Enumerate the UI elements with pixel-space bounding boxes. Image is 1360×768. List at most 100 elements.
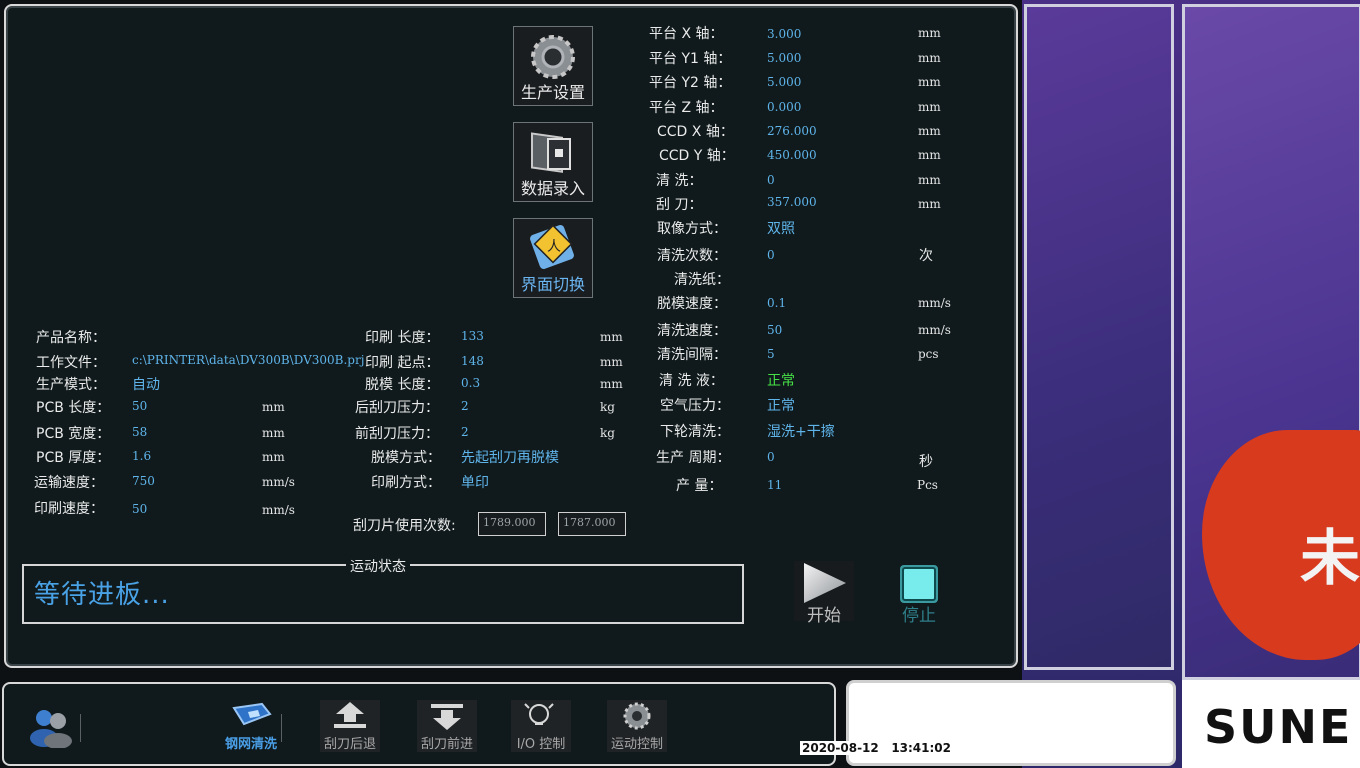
front-blade-pressure-value: 2 [461, 425, 469, 439]
platform-z-label: 平台 Z 轴： [649, 100, 724, 116]
toolbar-divider [281, 714, 282, 742]
motion-status-legend: 运动状态 [346, 556, 410, 576]
interface-switch-label: 界面切换 [520, 275, 585, 294]
start-label: 开始 [807, 606, 841, 626]
monitor-icon [531, 132, 571, 173]
print-start-value: 148 [461, 354, 484, 368]
blade-position-unit: mm [918, 197, 941, 211]
pcb-thickness-unit: mm [262, 450, 285, 464]
start-button[interactable]: 开始 [794, 561, 854, 626]
transport-speed-label: 运输速度： [34, 475, 104, 491]
stencil-clean-button[interactable]: 钢网清洗 [222, 700, 280, 752]
cycle-time-value: 0 [767, 450, 775, 464]
clean-fluid-value: 正常 [767, 373, 795, 389]
platform-x-label: 平台 X 轴： [649, 26, 724, 42]
blade-position-label: 刮 刀： [656, 197, 703, 213]
cycle-time-unit: 秒 [919, 454, 933, 470]
data-entry-label: 数据录入 [520, 179, 585, 198]
gear-icon [531, 35, 575, 79]
stop-button[interactable]: 停止 [896, 561, 942, 626]
interface-switch-button[interactable]: 人 界面切换 [513, 218, 593, 298]
data-entry-button[interactable]: 数据录入 [513, 122, 593, 202]
pedestrian-sign-icon: 人 [530, 224, 574, 269]
clean-count-unit: 次 [919, 248, 933, 264]
pcb-width-value: 58 [132, 425, 148, 439]
motion-status-text: 等待进板... [34, 580, 170, 610]
arrow-down-icon [431, 704, 463, 730]
clean-speed-value: 50 [767, 323, 783, 337]
user-login-button[interactable] [26, 704, 80, 749]
demold-length-label: 脱模 长度： [365, 377, 440, 393]
datetime-display: 2020-08-12 13:41:02 [800, 741, 954, 755]
pcb-width-unit: mm [262, 426, 285, 440]
ccd-y-value: 450.000 [767, 148, 817, 162]
air-pressure-value: 正常 [767, 398, 795, 414]
demold-speed-label: 脱模速度： [657, 296, 727, 312]
motion-control-button[interactable]: 运动控制 [607, 700, 667, 752]
clean-position-value: 0 [767, 173, 775, 187]
art-panel-left [1024, 4, 1174, 670]
rear-blade-pressure-value: 2 [461, 399, 469, 413]
output-label: 产 量： [676, 478, 723, 494]
capture-mode-label: 取像方式： [657, 221, 727, 237]
demold-length-value: 0.3 [461, 376, 481, 390]
blade-usage-count-a: 1789.000 [478, 512, 546, 536]
io-control-button[interactable]: I/O 控制 [511, 700, 571, 752]
front-blade-pressure-unit: kg [600, 426, 615, 440]
toolbar-divider [80, 714, 81, 742]
stop-label: 停止 [902, 606, 936, 626]
clean-paper-label: 清洗纸： [674, 272, 730, 288]
blade-position-value: 357.000 [767, 195, 817, 209]
gear-icon [623, 702, 651, 730]
blade-usage-count-b: 1787.000 [558, 512, 626, 536]
play-icon [804, 563, 846, 603]
blade-back-button[interactable]: 刮刀后退 [320, 700, 380, 752]
production-settings-button[interactable]: 生产设置 [513, 26, 593, 106]
ccd-x-value: 276.000 [767, 124, 817, 138]
pcb-width-label: PCB 宽度： [36, 426, 111, 442]
demold-mode-value: 先起刮刀再脱模 [461, 450, 559, 466]
clean-position-label: 清 洗： [656, 173, 703, 189]
work-file-label: 工作文件： [36, 355, 106, 371]
clean-interval-unit: pcs [918, 347, 939, 361]
print-mode-value: 单印 [461, 475, 489, 491]
ccd-x-unit: mm [918, 124, 941, 138]
print-speed-label: 印刷速度： [34, 501, 104, 517]
platform-y1-value: 5.000 [767, 51, 802, 65]
ccd-y-label: CCD Y 轴： [659, 148, 735, 164]
product-name-label: 产品名称： [36, 330, 106, 346]
transport-speed-value: 750 [132, 474, 155, 488]
production-mode-value: 自动 [132, 377, 160, 393]
pcb-thickness-label: PCB 厚度： [36, 450, 111, 466]
svg-text:人: 人 [547, 239, 561, 255]
clean-interval-label: 清洗间隔： [657, 347, 727, 363]
print-length-unit: mm [600, 330, 623, 344]
ccd-x-label: CCD X 轴： [657, 124, 734, 140]
platform-z-value: 0.000 [767, 100, 802, 114]
clean-fluid-label: 清 洗 液： [659, 373, 724, 389]
front-blade-pressure-label: 前刮刀压力： [355, 426, 439, 442]
stencil-clean-icon [232, 702, 272, 726]
blade-forward-button[interactable]: 刮刀前进 [417, 700, 477, 752]
print-length-label: 印刷 长度： [365, 330, 440, 346]
rear-blade-pressure-unit: kg [600, 400, 615, 414]
production-settings-label: 生产设置 [520, 83, 585, 102]
rear-blade-pressure-label: 后刮刀压力： [355, 400, 439, 416]
capture-mode-value: 双照 [767, 221, 795, 237]
platform-x-unit: mm [918, 26, 941, 40]
ccd-y-unit: mm [918, 148, 941, 162]
output-unit: Pcs [917, 478, 938, 492]
platform-x-value: 3.000 [767, 27, 802, 41]
blade-forward-label: 刮刀前进 [420, 737, 473, 752]
motion-control-label: 运动控制 [610, 737, 663, 752]
time-text: 13:41:02 [891, 741, 952, 755]
print-mode-label: 印刷方式： [371, 475, 441, 491]
clean-count-label: 清洗次数： [657, 248, 727, 264]
pcb-thickness-value: 1.6 [132, 449, 152, 463]
background-artwork: 未 SUNE [1022, 0, 1360, 768]
platform-z-unit: mm [918, 100, 941, 114]
io-control-label: I/O 控制 [516, 737, 566, 752]
stop-icon [900, 565, 938, 603]
air-pressure-label: 空气压力： [660, 398, 730, 414]
pcb-length-value: 50 [132, 399, 148, 413]
